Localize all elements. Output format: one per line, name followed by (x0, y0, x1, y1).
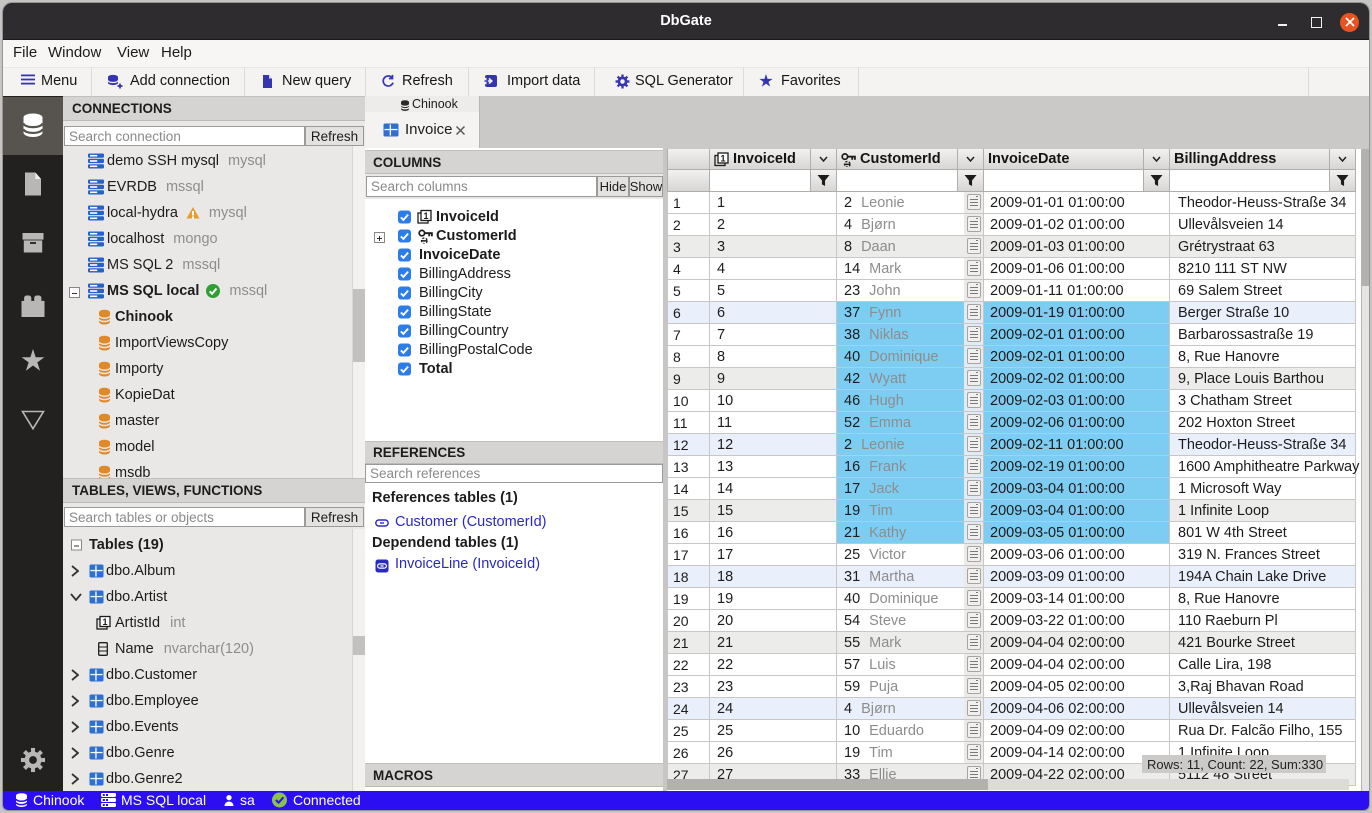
svg-text:1: 1 (102, 617, 107, 627)
svg-text:1: 1 (720, 153, 725, 163)
svg-text:1: 1 (423, 211, 428, 221)
